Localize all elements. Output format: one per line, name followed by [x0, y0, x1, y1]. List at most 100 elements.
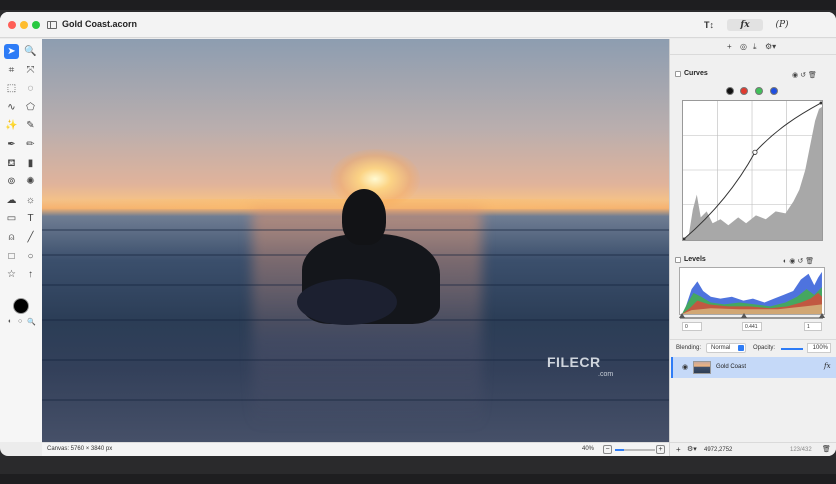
text-icon[interactable]: T — [23, 211, 38, 226]
levels-enable-checkbox[interactable] — [675, 257, 681, 263]
eye-icon[interactable]: ◉ — [792, 72, 800, 79]
clone-stamp-icon[interactable]: ⊚ — [4, 174, 19, 189]
minimize-window-button[interactable] — [20, 21, 28, 29]
status-bar: Canvas: 5760 × 3840 px 40% − + — [42, 442, 669, 456]
download-icon[interactable]: ⤓ — [753, 42, 757, 52]
levels-gamma-input[interactable]: 0.441 — [742, 322, 762, 331]
add-layer-icon[interactable]: + — [676, 445, 681, 454]
delete-layer-icon[interactable]: 🗑 — [822, 445, 831, 453]
circle-shape-icon[interactable]: ○ — [23, 249, 38, 264]
channel-green-button[interactable] — [755, 87, 763, 95]
channel-rgb-button[interactable] — [726, 87, 734, 95]
lasso-icon[interactable]: ∿ — [4, 100, 19, 115]
layer-row[interactable]: ◉ Gold Coast fx — [671, 357, 836, 378]
properties-button[interactable]: (P) — [773, 19, 791, 31]
curves-enable-checkbox[interactable] — [675, 71, 681, 77]
levels-title: Levels — [684, 256, 706, 263]
burn-icon[interactable]: ✺ — [23, 174, 38, 189]
opacity-input[interactable]: 100% — [807, 343, 831, 353]
zoom-out-button[interactable]: − — [603, 445, 612, 454]
blending-label: Blending: — [676, 345, 702, 351]
trash-icon[interactable]: 🗑 — [808, 72, 819, 79]
bezier-pen-icon[interactable]: ⍝ — [4, 230, 19, 245]
brush-select-icon[interactable]: ✎ — [23, 118, 38, 133]
levels-gamma-handle[interactable] — [741, 313, 747, 318]
curve-control-point[interactable] — [752, 149, 758, 155]
maximize-window-button[interactable] — [32, 21, 40, 29]
poly-lasso-icon[interactable]: ⬠ — [23, 100, 38, 115]
arrow-shape-icon[interactable]: ↑ — [23, 267, 38, 282]
curve-endpoint[interactable] — [819, 101, 823, 105]
magic-wand-icon[interactable]: ✨ — [4, 118, 19, 133]
levels-slider-track[interactable] — [680, 317, 823, 319]
add-filter-icon[interactable]: + — [727, 42, 732, 51]
filter-actions-bar: + ◎ ⤓ ⚙▾ — [670, 39, 836, 55]
desktop-bar-top — [0, 0, 836, 10]
select-arrow-icon[interactable]: ➤ — [4, 44, 19, 59]
ellipse-select-icon[interactable]: ◌ — [23, 81, 38, 96]
channel-red-button[interactable] — [740, 87, 748, 95]
titlebar: Gold Coast.acorn T↕ fx (P) — [0, 12, 836, 38]
pen-icon[interactable]: ✒ — [4, 137, 19, 152]
blending-mode-select[interactable]: Normal — [706, 343, 746, 353]
reset-icon[interactable]: ↺ — [800, 72, 808, 79]
blending-mode-value: Normal — [711, 345, 731, 351]
star-shape-icon[interactable]: ☆ — [4, 267, 19, 282]
document-title: Gold Coast.acorn — [62, 19, 138, 29]
color-picker-zoom-icon[interactable]: 🔍 — [27, 318, 36, 326]
opacity-label: Opacity: — [753, 345, 776, 351]
zoom-icon[interactable]: 🔍 — [23, 44, 38, 59]
cloud-icon[interactable]: ☁ — [4, 193, 19, 208]
foreground-color-swatch[interactable] — [13, 298, 29, 314]
rect-select-icon[interactable]: ⬚ — [4, 81, 19, 96]
trash-icon[interactable]: 🗑 — [805, 258, 816, 265]
layer-gear-icon[interactable]: ⚙▾ — [687, 445, 697, 453]
watermark-domain: .com — [598, 371, 614, 378]
gear-icon[interactable]: ⚙▾ — [765, 42, 776, 51]
curve-endpoint[interactable] — [683, 237, 686, 241]
watermark-brand: FILECR — [547, 354, 601, 370]
curves-title: Curves — [684, 70, 708, 77]
line-icon[interactable]: ╱ — [23, 230, 38, 245]
rectangle-shape-icon[interactable]: □ — [4, 249, 19, 264]
opacity-slider-fill — [781, 348, 803, 350]
levels-black-input[interactable]: 0 — [682, 322, 702, 331]
gradient-icon[interactable]: ▭ — [4, 211, 19, 226]
levels-white-input[interactable]: 1 — [804, 322, 822, 331]
close-window-button[interactable] — [8, 21, 16, 29]
layer-count: 123/432 — [790, 447, 812, 453]
filters-button[interactable]: fx — [727, 19, 763, 31]
default-colors-icon[interactable]: ○ — [18, 318, 22, 325]
surfboard — [297, 279, 397, 325]
zoom-level: 40% — [582, 446, 595, 452]
channel-blue-button[interactable] — [770, 87, 778, 95]
eraser-icon[interactable]: ▮ — [23, 156, 38, 171]
text-style-button[interactable]: T↕ — [700, 19, 718, 31]
layer-fx-icon[interactable]: fx — [824, 362, 831, 370]
swap-colors-icon[interactable]: ◐ — [8, 318, 12, 325]
canvas-size-label: Canvas: 5760 × 3840 px — [47, 446, 113, 452]
sidebar-toggle-icon[interactable] — [47, 21, 57, 29]
curves-controls: ◉↺🗑 — [792, 71, 819, 79]
levels-black-handle[interactable] — [679, 313, 685, 318]
app-window: Gold Coast.acorn T↕ fx (P) ◐ ○ 🔍 ➤ 🔍 ⌗ ⤧ ⬚ ◌ ∿… — [0, 12, 836, 456]
surfer-head — [342, 189, 386, 245]
target-icon[interactable]: ◎ — [740, 42, 747, 51]
pencil-icon[interactable]: ✏ — [23, 137, 38, 152]
image-canvas[interactable]: FILECR .com — [42, 39, 669, 442]
curves-graph[interactable] — [682, 100, 823, 241]
chevron-down-icon — [738, 345, 744, 351]
sun-icon[interactable]: ☼ — [23, 193, 38, 208]
tool-palette: ◐ ○ 🔍 ➤ 🔍 ⌗ ⤧ ⬚ ◌ ∿ ⬠ ✨ ✎ ✒ ✏ ⛾ ▮ ⊚ ✺ ☁ ☼ ▭ T ⍝ ╱ □ ○ ☆ ↑ — [0, 39, 42, 442]
layer-visibility-eye-icon[interactable]: ◉ — [682, 363, 688, 371]
layers-panel: + ◎ ⤓ ⚙▾ Curves ◉↺🗑 Levels ◐◉↺� — [669, 39, 836, 456]
layer-name: Gold Coast — [716, 364, 747, 370]
layers-footer: + ⚙▾ 4972,2752 123/432 🗑 — [670, 442, 836, 456]
zoom-in-button[interactable]: + — [656, 445, 665, 454]
levels-histogram — [679, 267, 825, 315]
transform-icon[interactable]: ⤧ — [23, 63, 38, 78]
paint-bucket-icon[interactable]: ⛾ — [4, 156, 19, 171]
cursor-coordinates: 4972,2752 — [704, 447, 733, 453]
crop-icon[interactable]: ⌗ — [4, 63, 19, 78]
levels-white-handle[interactable] — [819, 313, 825, 318]
